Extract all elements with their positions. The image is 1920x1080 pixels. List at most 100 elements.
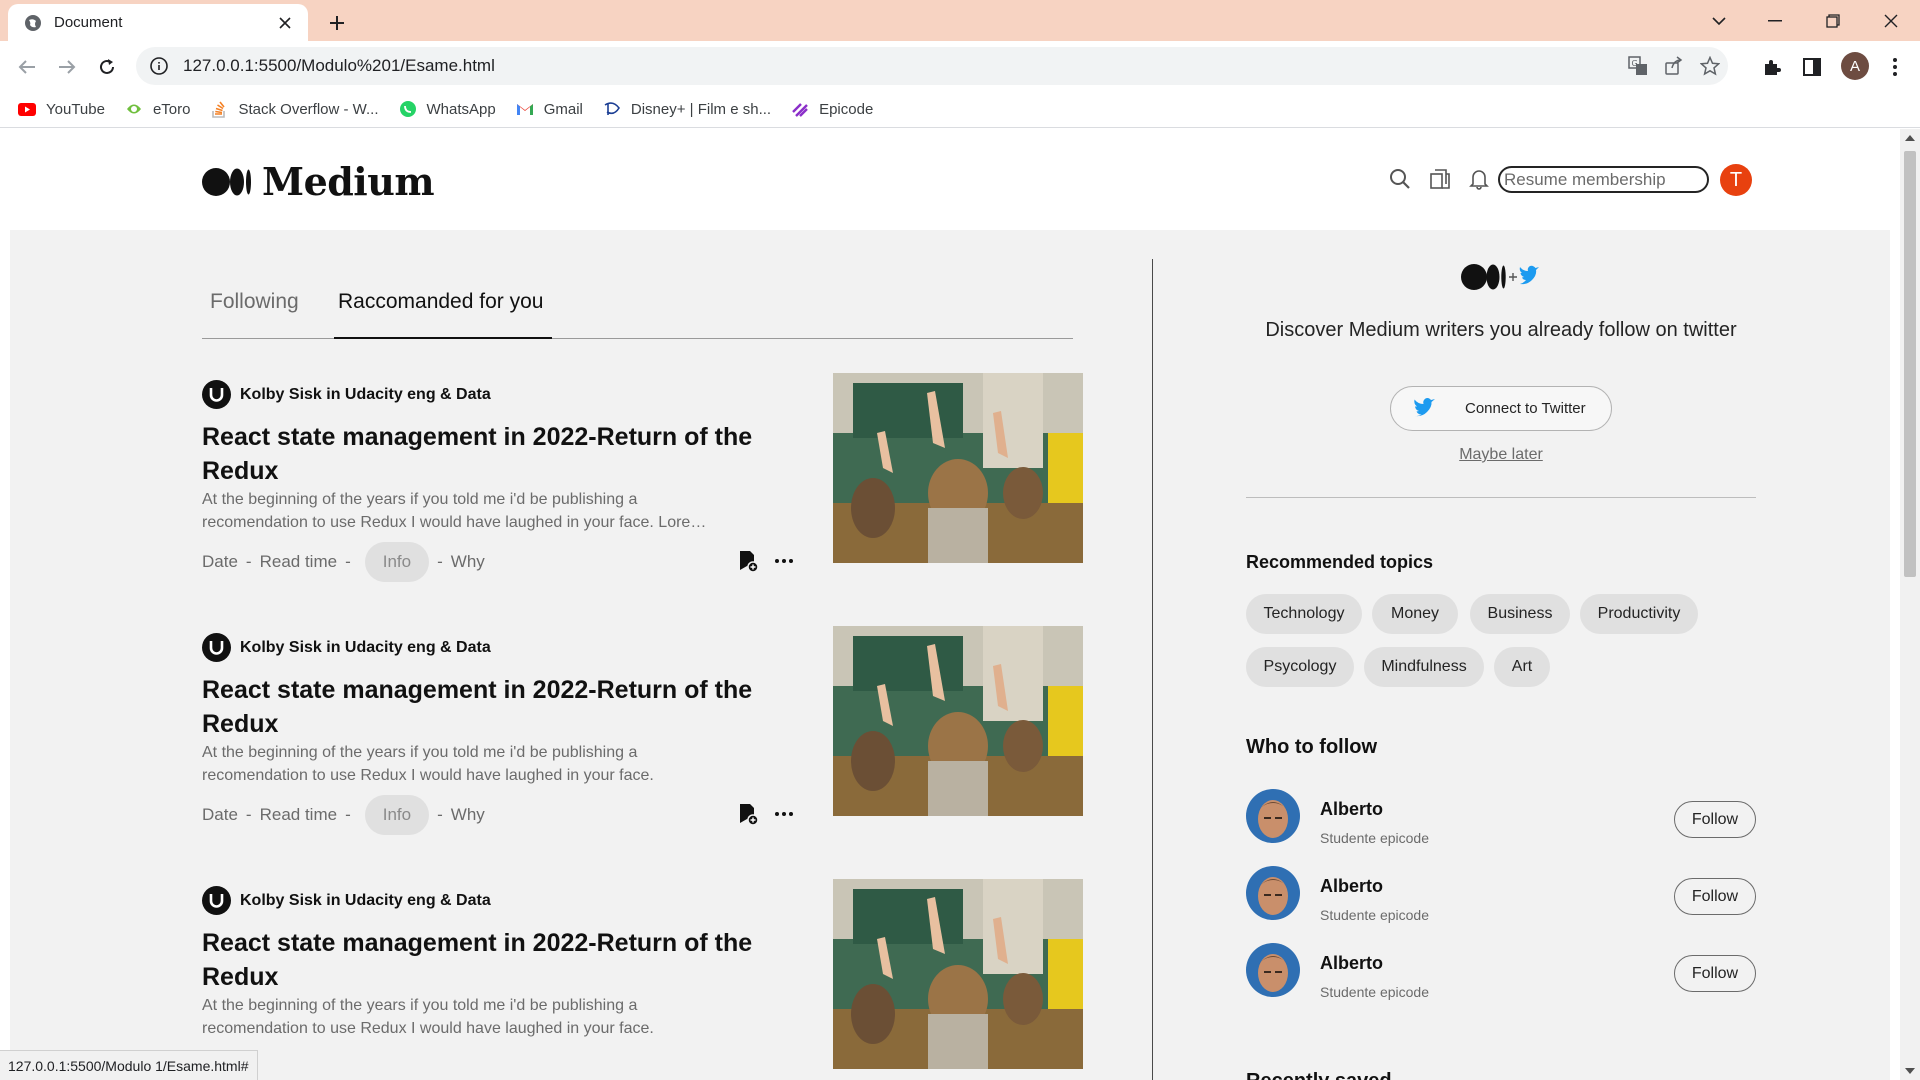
site-info-icon[interactable]	[149, 56, 169, 76]
topic-chip-mindfulness[interactable]: Mindfulness	[1364, 647, 1484, 687]
person-name[interactable]: Alberto	[1320, 799, 1383, 820]
article-title[interactable]: React state management in 2022-Return of…	[202, 673, 782, 741]
epicode-icon	[791, 100, 809, 118]
bookmark-disney[interactable]: Disney+ | Film e sh...	[603, 100, 771, 118]
follow-button[interactable]: Follow	[1674, 801, 1756, 838]
topic-chip-productivity[interactable]: Productivity	[1580, 594, 1698, 634]
article-author[interactable]: Kolby Sisk in Udacity eng & Data	[202, 633, 491, 662]
scrollbar-thumb[interactable]	[1904, 151, 1916, 577]
discover-writers-text: Discover Medium writers you already foll…	[1265, 319, 1737, 341]
user-avatar[interactable]: T	[1720, 164, 1752, 196]
search-icon[interactable]	[1386, 165, 1414, 193]
medium-logo-icon	[202, 167, 251, 196]
meta-why[interactable]: Why	[451, 805, 485, 825]
avatar[interactable]	[1246, 943, 1300, 997]
article-title[interactable]: React state management in 2022-Return of…	[202, 420, 782, 488]
follow-button[interactable]: Follow	[1674, 955, 1756, 992]
person-name[interactable]: Alberto	[1320, 876, 1383, 897]
meta-read-time: Read time	[259, 805, 338, 824]
article-author[interactable]: Kolby Sisk in Udacity eng & Data	[202, 886, 491, 915]
meta-why[interactable]: Why	[451, 552, 485, 572]
bookmark-whatsapp[interactable]: WhatsApp	[399, 100, 496, 118]
bookmark-add-icon[interactable]	[736, 549, 760, 573]
address-bar[interactable]: 127.0.0.1:5500/Modulo%201/Esame.html G	[136, 47, 1728, 85]
more-options-icon[interactable]	[772, 802, 796, 826]
meta-separator: -	[245, 552, 252, 571]
article-thumbnail[interactable]	[833, 626, 1083, 816]
bookmark-youtube[interactable]: YouTube	[18, 100, 105, 118]
meta-separator: -	[245, 805, 252, 824]
youtube-icon	[18, 100, 36, 118]
info-tag[interactable]: Info	[364, 542, 430, 582]
article-meta: Date - Read time - Info - Why	[202, 542, 485, 582]
tab-search-icon[interactable]	[1692, 0, 1746, 41]
recently-saved-title: Recently saved	[1246, 1070, 1392, 1080]
tab-following[interactable]: Following	[206, 290, 303, 339]
bookmark-gmail[interactable]: Gmail	[516, 100, 583, 118]
scroll-up-arrow[interactable]	[1905, 135, 1915, 141]
tab-recommended[interactable]: Raccomanded for you	[334, 290, 552, 339]
page-scrollbar[interactable]	[1900, 129, 1920, 1080]
bookmark-label: Disney+ | Film e sh...	[630, 100, 772, 118]
more-options-icon[interactable]	[772, 549, 796, 573]
new-tab-icon[interactable]	[323, 9, 351, 37]
follow-button[interactable]: Follow	[1674, 878, 1756, 915]
side-panel-icon[interactable]	[1797, 52, 1827, 82]
classroom-image	[833, 879, 1083, 1069]
info-tag[interactable]: Info	[364, 795, 430, 835]
bookmarks-bar: YouTube eToro Stack Overflow - W... What…	[0, 91, 1920, 128]
article-excerpt: At the beginning of the years if you tol…	[202, 744, 654, 784]
article-author[interactable]: Kolby Sisk in Udacity eng & Data	[202, 380, 491, 409]
avatar[interactable]	[1246, 789, 1300, 843]
restore-icon[interactable]	[1806, 0, 1860, 41]
article-card[interactable]: Kolby Sisk in Udacity eng & Data React s…	[202, 373, 1083, 582]
tab-title: Document	[54, 14, 123, 31]
share-icon[interactable]	[1656, 48, 1692, 84]
bookmark-add-icon[interactable]	[736, 802, 760, 826]
medium-logo[interactable]: Medium	[202, 159, 435, 204]
udacity-icon	[202, 380, 231, 409]
bookmark-label: Stack Overflow - W...	[238, 100, 379, 118]
close-tab-icon[interactable]	[274, 12, 296, 34]
connect-twitter-button[interactable]: Connect to Twitter	[1390, 386, 1612, 431]
maybe-later-link[interactable]: Maybe later	[1246, 446, 1756, 464]
page-viewport: Medium T Following Raccomanded for you K…	[0, 129, 1920, 1080]
forward-icon[interactable]	[52, 52, 82, 82]
topic-chip-technology[interactable]: Technology	[1246, 594, 1362, 634]
article-card[interactable]: Kolby Sisk in Udacity eng & Data React s…	[202, 626, 1083, 835]
bookmark-stackoverflow[interactable]: Stack Overflow - W...	[210, 100, 379, 118]
article-card[interactable]: Kolby Sisk in Udacity eng & Data React s…	[202, 879, 1083, 1079]
bell-icon[interactable]	[1465, 165, 1493, 193]
topic-chip-art[interactable]: Art	[1494, 647, 1550, 687]
back-icon[interactable]	[12, 52, 42, 82]
bookmark-epicode[interactable]: Epicode	[791, 100, 873, 118]
browser-tab[interactable]: Document	[8, 4, 308, 41]
meta-separator: -	[345, 552, 351, 571]
browser-profile-avatar[interactable]: A	[1841, 52, 1869, 80]
star-icon[interactable]	[1692, 48, 1728, 84]
topic-chip-business[interactable]: Business	[1470, 594, 1570, 634]
article-thumbnail[interactable]	[833, 373, 1083, 563]
close-window-icon[interactable]	[1864, 0, 1918, 41]
scroll-down-arrow[interactable]	[1905, 1068, 1915, 1074]
medium-twitter-logo	[1460, 262, 1544, 292]
topic-chip-money[interactable]: Money	[1372, 594, 1458, 634]
person-subtitle: Studente epicode	[1320, 984, 1429, 1000]
article-title[interactable]: React state management in 2022-Return of…	[202, 926, 782, 994]
extensions-icon[interactable]	[1757, 52, 1787, 82]
bookmark-etoro[interactable]: eToro	[125, 100, 190, 118]
connect-twitter-label: Connect to Twitter	[1465, 400, 1586, 417]
article-thumbnail[interactable]	[833, 879, 1083, 1069]
bookmark-label: WhatsApp	[426, 100, 496, 118]
reload-icon[interactable]	[92, 52, 122, 82]
browser-menu-icon[interactable]	[1880, 52, 1910, 82]
avatar[interactable]	[1246, 866, 1300, 920]
topic-chip-psycology[interactable]: Psycology	[1246, 647, 1354, 687]
globe-icon	[25, 14, 41, 31]
person-name[interactable]: Alberto	[1320, 953, 1383, 974]
lists-icon[interactable]	[1426, 165, 1454, 193]
translate-icon[interactable]: G	[1620, 48, 1656, 84]
resume-membership-input[interactable]	[1498, 166, 1709, 193]
minimize-icon[interactable]	[1748, 0, 1802, 41]
url-text[interactable]: 127.0.0.1:5500/Modulo%201/Esame.html	[183, 56, 1620, 76]
